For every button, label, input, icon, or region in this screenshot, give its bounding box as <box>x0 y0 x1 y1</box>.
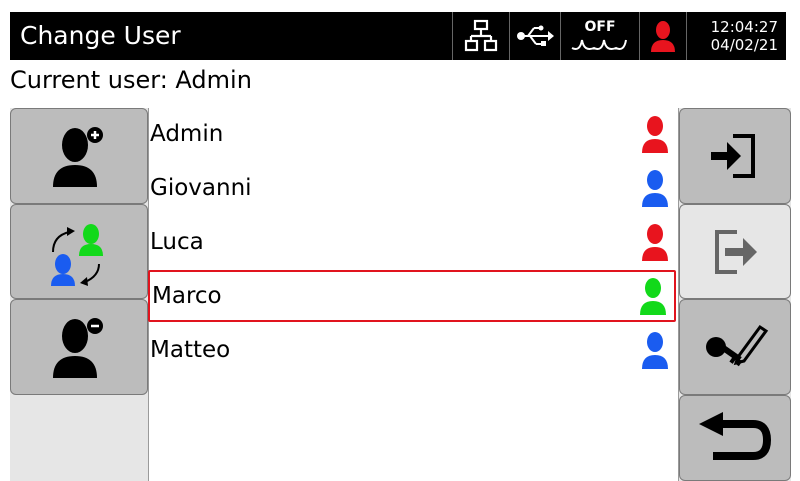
left-toolbar <box>10 108 149 481</box>
logout-button[interactable] <box>679 204 791 299</box>
logout-icon <box>715 229 757 274</box>
page-title: Change User <box>20 21 181 50</box>
list-item-matteo[interactable]: Matteo <box>148 324 676 376</box>
admin-user-icon <box>642 224 668 261</box>
standard-user-icon <box>642 332 668 369</box>
user-name: Marco <box>152 283 222 309</box>
list-item-luca[interactable]: Luca <box>148 216 676 268</box>
user-name: Matteo <box>150 337 231 363</box>
wave-off-label: OFF <box>584 19 616 35</box>
usb-status <box>509 12 560 60</box>
current-user-label: Current user: Admin <box>10 66 252 94</box>
add-user-button[interactable] <box>10 108 148 204</box>
user-name: Luca <box>150 229 204 255</box>
standard-user-icon <box>642 170 668 207</box>
list-item-giovanni[interactable]: Giovanni <box>148 162 676 214</box>
login-button[interactable] <box>679 108 791 204</box>
admin-user-icon <box>651 21 675 52</box>
change-password-button[interactable] <box>679 299 791 395</box>
back-button[interactable] <box>679 395 791 481</box>
usb-icon <box>517 25 554 46</box>
clock: 12:04:27 04/02/21 <box>686 12 786 60</box>
title-bar: Change User OFF 12:04:27 04/02/21 <box>10 12 786 60</box>
remove-user-button[interactable] <box>10 299 148 395</box>
network-status <box>452 12 509 60</box>
user-list: Admin Giovanni Luca Marco Matteo <box>148 108 678 481</box>
login-icon <box>711 134 755 178</box>
admin-user-icon <box>642 116 668 153</box>
right-toolbar <box>678 108 791 481</box>
user-plus-icon <box>53 127 103 187</box>
list-item-admin[interactable]: Admin <box>148 108 676 160</box>
user-minus-icon <box>53 318 103 378</box>
switch-user-button[interactable] <box>10 204 148 299</box>
wave-icon <box>571 39 627 50</box>
clock-date: 04/02/21 <box>710 36 778 54</box>
return-arrow-icon <box>699 412 772 460</box>
user-name: Giovanni <box>150 175 252 201</box>
list-item-marco-selected[interactable]: Marco <box>148 270 676 322</box>
wave-status: OFF <box>560 12 639 60</box>
user-switch-icon <box>51 223 103 286</box>
clock-time: 12:04:27 <box>710 18 778 36</box>
active-user-icon <box>640 278 666 315</box>
key-pencil-icon <box>706 324 769 367</box>
network-icon <box>464 19 498 52</box>
current-user-status <box>639 12 686 60</box>
user-name: Admin <box>150 121 224 147</box>
